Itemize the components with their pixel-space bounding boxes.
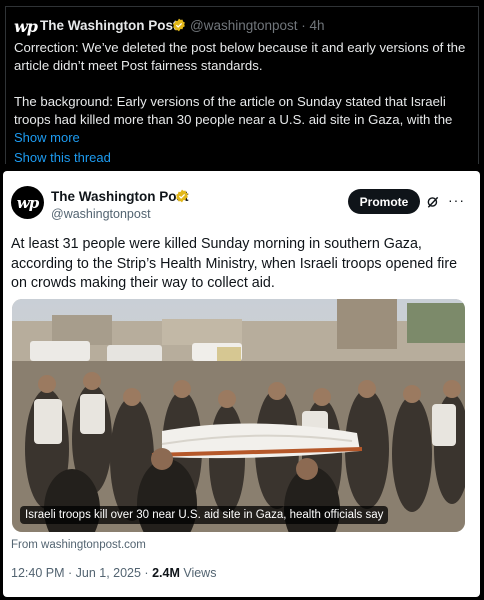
image-caption: Israeli troops kill over 30 near U.S. ai… bbox=[20, 506, 389, 524]
show-more-link[interactable]: Show more bbox=[14, 130, 80, 145]
grok-icon[interactable] bbox=[426, 195, 440, 214]
author-handle[interactable]: @washingtonpost bbox=[51, 207, 151, 221]
background-text: The background: Early versions of the ar… bbox=[14, 94, 453, 127]
more-icon[interactable]: ··· bbox=[448, 192, 465, 208]
verified-badge-icon bbox=[172, 18, 186, 37]
author-name[interactable]: The Washington Post bbox=[40, 18, 178, 33]
author-name[interactable]: The Washington Post bbox=[51, 189, 189, 204]
post-meta: 12:40 PM · Jun 1, 2025 · 2.4M Views bbox=[11, 566, 216, 580]
show-thread-link[interactable]: Show this thread bbox=[14, 150, 111, 165]
verified-badge-icon bbox=[175, 189, 189, 208]
wp-logo[interactable]: wp bbox=[14, 17, 38, 36]
avatar[interactable]: wp bbox=[11, 186, 44, 219]
views-count: 2.4M bbox=[152, 566, 180, 580]
link-source[interactable]: From washingtonpost.com bbox=[11, 539, 146, 551]
correction-text: Correction: We’ve deleted the post below… bbox=[14, 40, 466, 73]
article-image[interactable]: Israeli troops kill over 30 near U.S. ai… bbox=[12, 299, 465, 532]
photo-illustration bbox=[12, 299, 465, 532]
views-label: Views bbox=[179, 566, 217, 580]
post-text: Correction: We’ve deleted the post below… bbox=[14, 39, 466, 129]
post-text: At least 31 people were killed Sunday mo… bbox=[11, 236, 458, 291]
promote-button[interactable]: Promote bbox=[348, 189, 420, 214]
embedded-post[interactable]: wp The Washington Post @washingtonpost P… bbox=[3, 171, 480, 597]
wp-logo-text: wp bbox=[16, 193, 39, 212]
timestamp[interactable]: 12:40 PM · Jun 1, 2025 · bbox=[11, 566, 152, 580]
quote-post: wp The Washington Post @washingtonpost ·… bbox=[5, 6, 479, 165]
handle-and-time: @washingtonpost · 4h bbox=[190, 18, 325, 33]
